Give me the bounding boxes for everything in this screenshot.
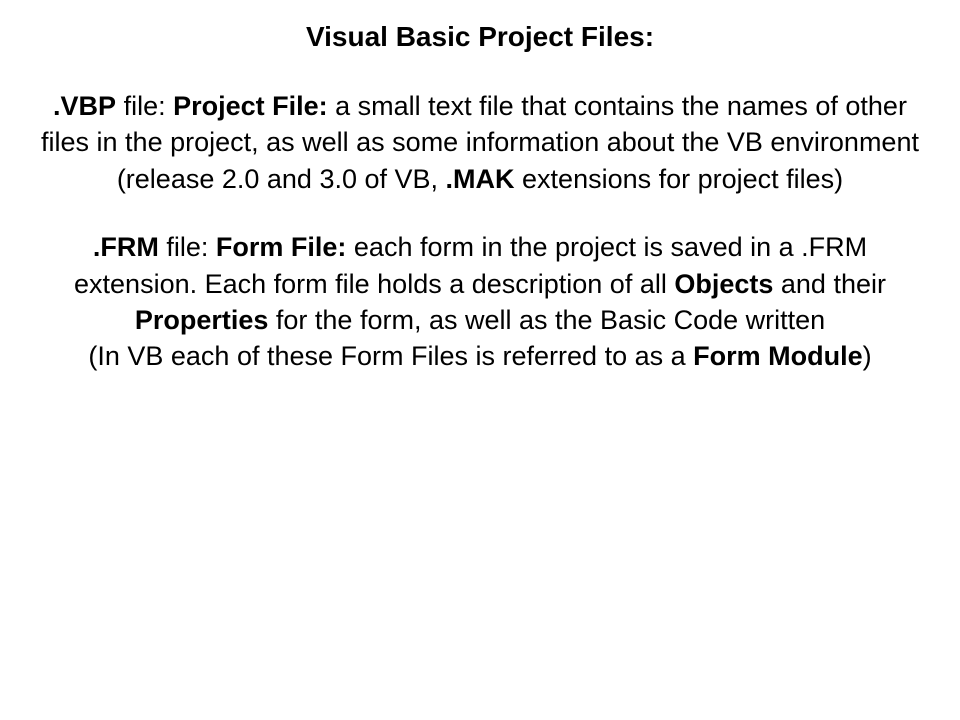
frm-mid: and their — [773, 269, 886, 299]
frm-extension: .FRM — [93, 232, 159, 262]
frm-description-2: for the form, as well as the Basic Code … — [268, 305, 825, 335]
vbp-label: Project File: — [173, 91, 328, 121]
frm-note-open: (In VB each of these Form Files is refer… — [88, 341, 693, 371]
frm-label: Form File: — [216, 232, 347, 262]
vbp-note-close: extensions for project files) — [515, 164, 844, 194]
vbp-paragraph: .VBP file: Project File: a small text fi… — [30, 88, 930, 197]
slide-title: Visual Basic Project Files: — [30, 18, 930, 56]
frm-note-close: ) — [863, 341, 872, 371]
mak-extension: .MAK — [446, 164, 515, 194]
frm-paragraph: .FRM file: Form File: each form in the p… — [30, 229, 930, 375]
form-module-word: Form Module — [693, 341, 863, 371]
vbp-extension: .VBP — [53, 91, 116, 121]
frm-file-word: file: — [159, 232, 216, 262]
properties-word: Properties — [135, 305, 269, 335]
slide: Visual Basic Project Files: .VBP file: P… — [0, 0, 960, 720]
vbp-note-open: (release 2.0 and 3.0 of VB, — [117, 164, 446, 194]
vbp-file-word: file: — [116, 91, 173, 121]
objects-word: Objects — [674, 269, 773, 299]
